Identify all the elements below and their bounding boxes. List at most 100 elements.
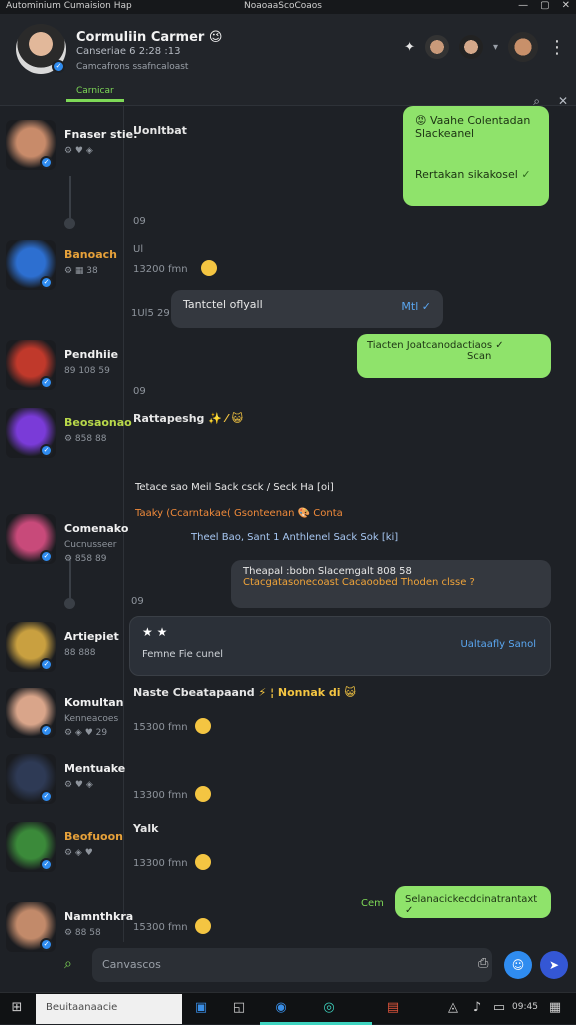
send-button[interactable]: ➤ [540, 951, 568, 979]
taskbar-clock[interactable]: 09:45 [512, 1002, 538, 1012]
verified-badge-icon: ✓ [40, 156, 53, 169]
contact-row[interactable]: ✓ Comenako Cucnusseer ⚙ 858 89 [0, 512, 128, 572]
composer-bar: ⌕ Canvascos ⎙ ☺ ➤ [52, 944, 572, 986]
bubble-line: Slackeanel [415, 127, 475, 140]
bubble-line: 😡 Vaahe Colentadan [415, 114, 531, 127]
volume-icon[interactable]: ♪ [468, 999, 486, 1017]
rich-text-line: Tetace sao Meil Sack csck / Seck Ha [oi] [135, 482, 334, 493]
participant-avatar[interactable] [424, 35, 449, 59]
office-app-icon[interactable]: ▤ [384, 999, 402, 1017]
message-text: Rattapeshg ✨ ⁄ 😺 [133, 412, 243, 425]
bubble-line: Ctacgatasonecoast Cacaoobed Thoden clsse… [243, 577, 475, 588]
message-time: 09 [133, 386, 146, 397]
chat-app-icon[interactable]: ◎ [320, 999, 338, 1017]
network-icon[interactable]: ◬ [444, 999, 462, 1017]
message-prefix: Cem [361, 898, 384, 909]
verified-badge-icon: ✓ [40, 376, 53, 389]
contact-row[interactable]: ✓ Beofuoon ⚙ ◈ ♥ [0, 820, 124, 880]
contact-row[interactable]: ✓ Banoach ⚙ ▦ 38 [0, 238, 124, 298]
contact-row[interactable]: ✓ Mentuake ⚙ ♥ ◈ [0, 752, 126, 812]
smile-emoji-icon [201, 260, 217, 276]
verified-badge-icon: ✓ [40, 658, 53, 671]
contact-meta: Kenneacoes [64, 714, 119, 724]
window-controls: — ▢ ✕ [518, 0, 570, 11]
message-time: 13200 fmn [133, 264, 188, 275]
chevron-down-icon[interactable]: ▾ [493, 42, 498, 53]
read-receipt: Mtl ✓ [401, 300, 431, 313]
notifications-icon[interactable]: ▦ [546, 999, 564, 1017]
attach-icon[interactable]: ⎙ [478, 956, 488, 971]
bubble-text: Tantctel oflyall [183, 298, 263, 311]
timeline-line [69, 176, 71, 220]
browser-icon[interactable]: ◉ [272, 999, 290, 1017]
card-action-link[interactable]: Ualtaafly Sanol [460, 639, 536, 650]
smile-emoji-icon [195, 918, 211, 934]
contact-name: Cormuliin Carmer 😉 [76, 30, 223, 45]
contact-meta: ⚙ ▦ 38 [64, 266, 98, 276]
search-icon[interactable]: ⌕ [64, 956, 72, 972]
contact-meta: ⚙ ♥ ◈ [64, 146, 93, 156]
verified-badge-icon: ✓ [40, 276, 53, 289]
message-text: Yalk [133, 822, 159, 835]
contact-list: ✓ Fnaser stie: ⚙ ♥ ◈ ✓ Banoach ⚙ ▦ 38 ✓ Pendhii… [0, 106, 137, 952]
contact-name: Mentuake [64, 762, 126, 775]
contact-meta: ⚙ 88 58 [64, 928, 101, 938]
star-icon: ★ ★ [142, 625, 168, 639]
smile-emoji-icon [195, 786, 211, 802]
participant-avatar[interactable] [458, 35, 483, 59]
battery-icon[interactable]: ▭ [490, 999, 508, 1017]
os-taskbar: ⊞ Beuitaanaacie ▣ ◱ ◉ ◎ ▤ ◬ ♪ ▭ 09:45 ▦ [0, 992, 576, 1025]
contact-row[interactable]: ✓ Fnaser stie: ⚙ ♥ ◈ [0, 118, 137, 178]
message-text: Uonltbat [133, 124, 187, 137]
message-time: 13300 fmn [133, 790, 188, 801]
link-card[interactable]: ★ ★ Femne Fie cunel Ualtaafly Sanol [129, 616, 551, 676]
contact-meta: ⚙ ♥ ◈ [64, 780, 93, 790]
message-area: Uonltbat 09 😡 Vaahe Colentadan Slackeane… [125, 106, 576, 942]
maximize-button[interactable]: ▢ [540, 0, 549, 11]
contact-name: Artiepiet [64, 630, 119, 643]
message-input[interactable]: Canvascos [92, 948, 492, 982]
outgoing-bubble[interactable]: Selanacickecdcinatrantaxt ✓ [395, 886, 551, 918]
contact-name: Pendhiie [64, 348, 119, 361]
verified-badge-icon: ✓ [40, 444, 53, 457]
contact-meta: ⚙ ◈ ♥ 29 [64, 728, 108, 738]
pin-icon[interactable]: ✦ [404, 40, 415, 55]
file-explorer-icon[interactable]: ▣ [192, 999, 210, 1017]
more-options-icon[interactable]: ⋮ [548, 37, 566, 58]
start-menu-icon[interactable]: ⊞ [8, 999, 26, 1017]
message-time: 13300 fmn [133, 858, 188, 869]
incoming-bubble[interactable]: Tantctel oflyall Mtl ✓ [171, 290, 443, 328]
incoming-bubble[interactable]: Theapal :bobn Slacemgalt 808 58 Ctacgata… [231, 560, 551, 608]
emoji-button[interactable]: ☺ [504, 951, 532, 979]
app-title: Autominium Cumaision Hap [6, 1, 132, 11]
contact-name: Beofuoon [64, 830, 123, 843]
chat-header: ✓ Cormuliin Carmer 😉 Canseriae 6 2:28 :1… [0, 14, 576, 108]
contact-row[interactable]: ✓ Beosaonao ⚙ 858 88 [0, 406, 132, 466]
message-text: Naste Cbeatapaand ⚡ ¦ Nonnak di 😺 [133, 686, 356, 699]
participant-avatar[interactable] [508, 32, 538, 62]
verified-badge-icon: ✓ [40, 724, 53, 737]
bubble-footer: Rertakan sikakosel ✓ [415, 168, 531, 181]
taskbar-search-input[interactable]: Beuitaanaacie [36, 994, 182, 1024]
contact-meta: 89 108 59 [64, 366, 110, 376]
contact-meta: ⚙ 858 88 [64, 434, 107, 444]
message-time: 15300 fmn [133, 922, 188, 933]
rich-text-line: Theel Bao, Sant 1 Anthlenel Sack Sok [ki… [191, 532, 399, 543]
contact-row[interactable]: ✓ Artiepiet 88 888 [0, 620, 124, 680]
timeline-dot [64, 218, 75, 229]
smile-emoji-icon [195, 854, 211, 870]
outgoing-bubble[interactable]: 😡 Vaahe Colentadan Slackeanel Rertakan s… [403, 106, 549, 206]
header-actions: ✦ ▾ ⋮ [404, 32, 566, 62]
timeline-dot [64, 598, 75, 609]
bubble-line: Scan [467, 351, 492, 362]
tab-active[interactable]: Carnicar [66, 86, 124, 102]
close-window-button[interactable]: ✕ [562, 0, 570, 11]
contact-row[interactable]: ✓ Pendhiie 89 108 59 [0, 338, 124, 398]
contact-name: Namnthkra [64, 910, 134, 923]
rich-text-line: Taaky (Ccarntakae( Gsonteenan 🎨 Conta [135, 508, 343, 519]
outgoing-bubble[interactable]: Tiacten Joatcanodactiaos ✓ Scan [357, 334, 551, 378]
minimize-button[interactable]: — [518, 0, 528, 11]
task-view-icon[interactable]: ◱ [230, 999, 248, 1017]
contact-name: Banoach [64, 248, 117, 261]
contact-row[interactable]: ✓ Komultan Kenneacoes ⚙ ◈ ♥ 29 [0, 686, 124, 746]
